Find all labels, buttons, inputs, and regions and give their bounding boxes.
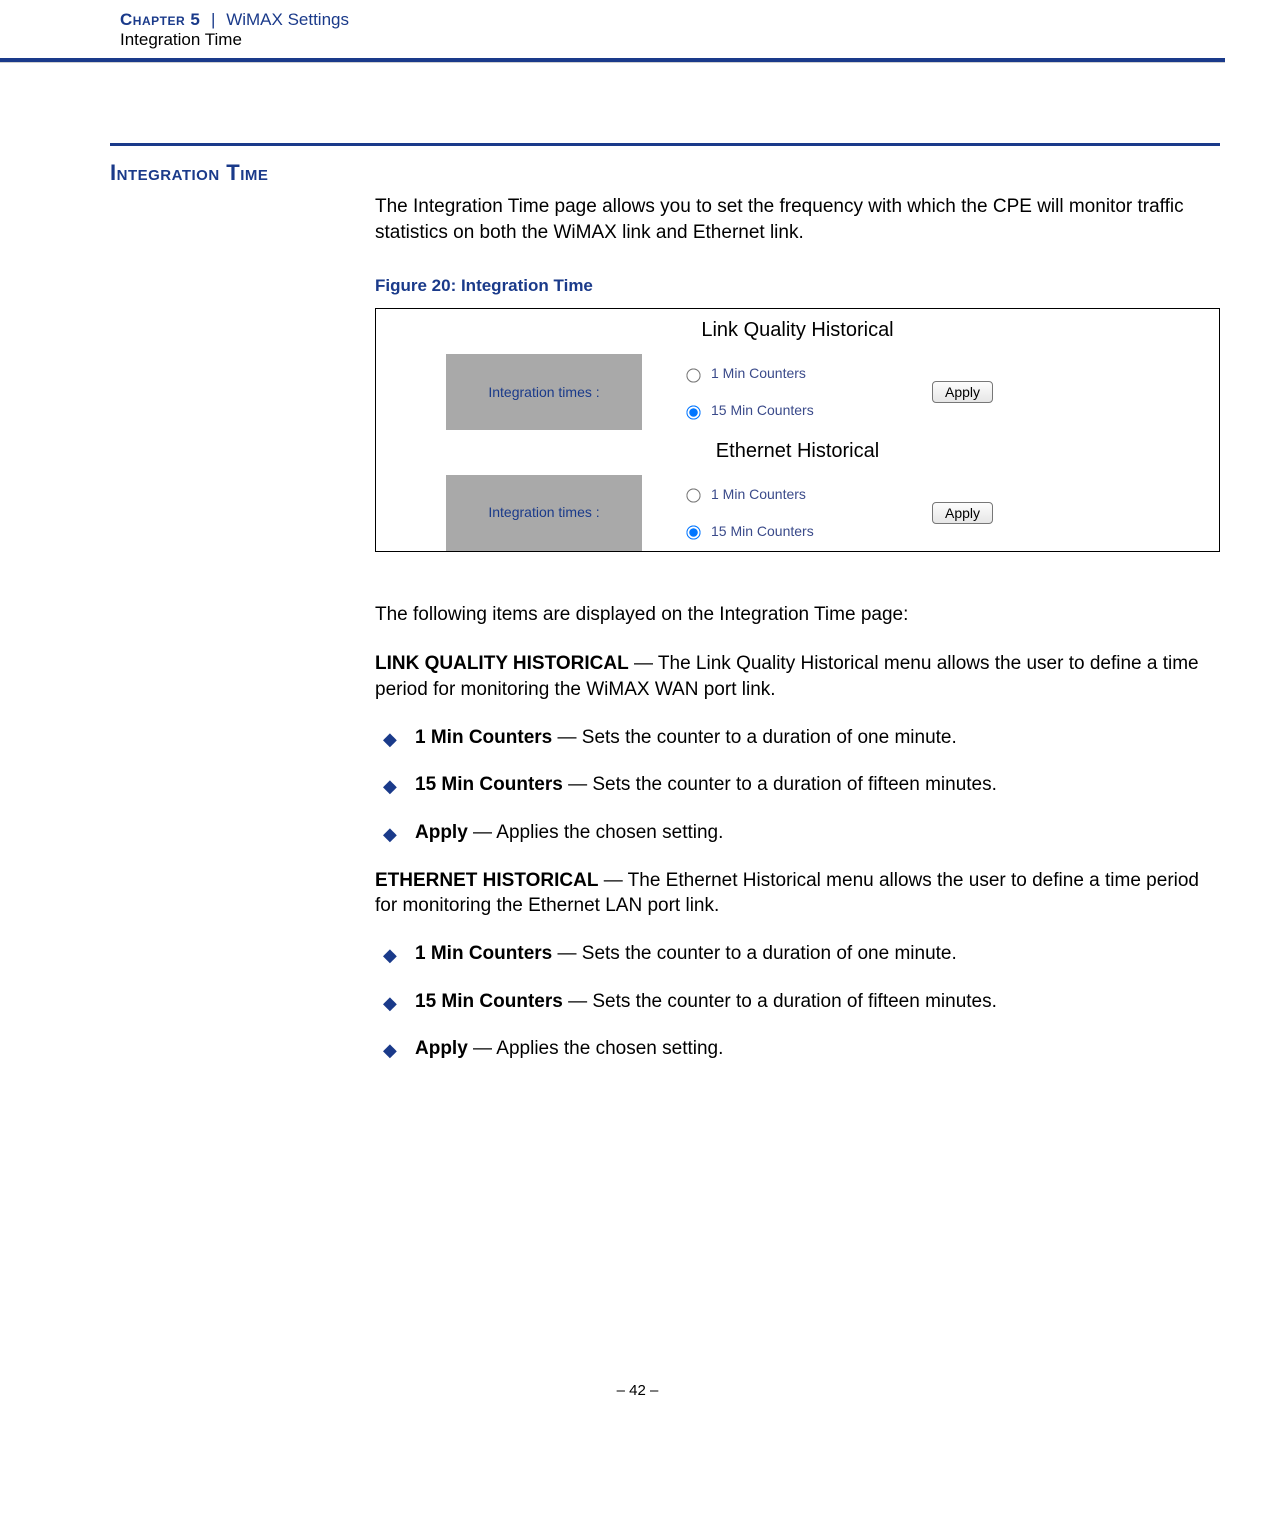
figure-panel-title: Link Quality Historical [376,309,1219,354]
figure-row: Integration times : 1 Min Counters 15 Mi… [376,475,1219,551]
list-item: ◆ 15 Min Counters — Sets the counter to a… [383,989,1220,1015]
page-number: – 42 – [0,1382,1275,1399]
integration-times-label: Integration times : [446,354,642,430]
chapter-subtitle: Integration Time [0,30,1275,58]
link-quality-heading: LINK QUALITY HISTORICAL — The Link Quali… [375,651,1220,702]
diamond-bullet-icon: ◆ [383,943,397,967]
figure-row: Integration times : 1 Min Counters 15 Mi… [376,354,1219,430]
diamond-bullet-icon: ◆ [383,822,397,846]
list-item: ◆ 15 Min Counters — Sets the counter to a… [383,772,1220,798]
item-desc: — Sets the counter to a duration of fift… [563,991,997,1012]
figure-integration-time: Link Quality Historical Integration time… [375,308,1220,552]
radio-1min-counters[interactable]: 1 Min Counters [682,485,932,504]
radio-15min-counters[interactable]: 15 Min Counters [682,522,932,541]
item-desc: — Sets the counter to a duration of fift… [563,774,997,795]
group-heading: ETHERNET HISTORICAL [375,870,598,891]
group-heading: LINK QUALITY HISTORICAL [375,653,629,674]
radio-label: 1 Min Counters [711,485,806,504]
page-header: Chapter 5 | WiMAX Settings Integration T… [0,0,1275,63]
list-item: ◆ Apply — Applies the chosen setting. [383,820,1220,846]
intro-paragraph: The Integration Time page allows you to … [375,194,1220,245]
chapter-label: Chapter 5 [120,10,200,29]
chapter-title: WiMAX Settings [226,10,349,29]
item-term: 15 Min Counters [415,774,563,795]
list-item: ◆ 1 Min Counters — Sets the counter to a … [383,941,1220,967]
radio-input-15min[interactable] [686,405,700,419]
item-term: 15 Min Counters [415,991,563,1012]
diamond-bullet-icon: ◆ [383,991,397,1015]
following-items-paragraph: The following items are displayed on the… [375,602,1220,628]
radio-15min-counters[interactable]: 15 Min Counters [682,401,932,420]
item-term: 1 Min Counters [415,727,552,748]
diamond-bullet-icon: ◆ [383,1038,397,1062]
list-item: ◆ 1 Min Counters — Sets the counter to a … [383,725,1220,751]
radio-label: 15 Min Counters [711,401,814,420]
diamond-bullet-icon: ◆ [383,727,397,751]
link-quality-list: ◆ 1 Min Counters — Sets the counter to a … [375,725,1220,846]
radio-label: 15 Min Counters [711,522,814,541]
list-item: ◆ Apply — Applies the chosen setting. [383,1036,1220,1062]
item-desc: — Sets the counter to a duration of one … [552,727,957,748]
figure-caption: Figure 20: Integration Time [375,275,1220,298]
figure-panel-title: Ethernet Historical [376,430,1219,475]
item-desc: — Applies the chosen setting. [468,822,724,843]
diamond-bullet-icon: ◆ [383,774,397,798]
item-desc: — Sets the counter to a duration of one … [552,943,957,964]
radio-label: 1 Min Counters [711,364,806,383]
radio-1min-counters[interactable]: 1 Min Counters [682,364,932,383]
item-term: Apply [415,822,468,843]
chapter-separator: | [205,10,221,29]
radio-input-1min[interactable] [686,489,700,503]
item-term: 1 Min Counters [415,943,552,964]
ethernet-heading: ETHERNET HISTORICAL — The Ethernet Histo… [375,868,1220,919]
section-rule [110,143,1220,146]
item-term: Apply [415,1038,468,1059]
integration-times-label: Integration times : [446,475,642,551]
apply-button[interactable]: Apply [932,502,993,524]
radio-input-1min[interactable] [686,368,700,382]
header-rule-thin [0,62,1225,63]
item-desc: — Applies the chosen setting. [468,1038,724,1059]
radio-input-15min[interactable] [686,526,700,540]
ethernet-list: ◆ 1 Min Counters — Sets the counter to a … [375,941,1220,1062]
section-heading: Integration Time [110,160,1220,186]
apply-button[interactable]: Apply [932,381,993,403]
